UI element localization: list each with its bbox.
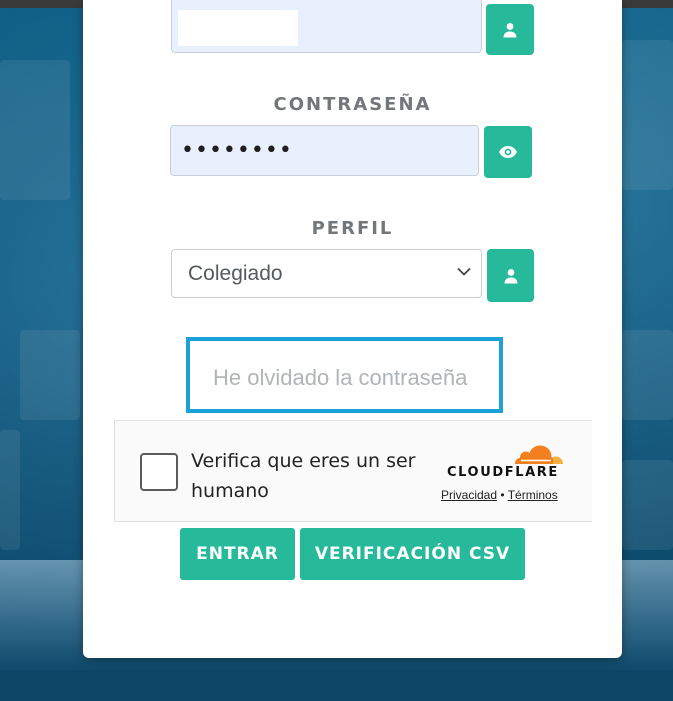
eye-icon [499, 146, 517, 158]
background-tile [622, 330, 673, 420]
links-separator: • [500, 488, 505, 502]
cloudflare-wordmark: CLOUDFLARE [447, 465, 559, 480]
login-card: CONTRASEÑA •••••••• PERFIL Colegiado He … [83, 0, 622, 658]
background-tile [20, 330, 80, 420]
cloudflare-cloud-icon [515, 445, 563, 464]
chevron-down-icon [457, 267, 471, 276]
login-button[interactable]: ENTRAR [180, 528, 295, 580]
toggle-password-button[interactable] [484, 126, 532, 178]
password-label: CONTRASEÑA [273, 94, 432, 115]
captcha-links: Privacidad • Términos [441, 488, 558, 502]
username-icon-button [486, 4, 534, 55]
profile-select[interactable]: Colegiado [171, 249, 482, 298]
background-tile [622, 40, 673, 190]
profile-label: PERFIL [311, 218, 394, 239]
username-autofill-value [178, 10, 298, 46]
user-icon [504, 268, 517, 283]
background-tile [0, 430, 20, 550]
captcha-widget: Verifica que eres un ser humano CLOUDFLA… [114, 420, 592, 522]
csv-verification-button[interactable]: VERIFICACIÓN CSV [300, 528, 525, 580]
user-icon [503, 22, 517, 37]
terms-link[interactable]: Términos [508, 488, 558, 502]
forgot-password-text: He olvidado la contraseña [213, 365, 468, 390]
password-input[interactable]: •••••••• [170, 125, 479, 176]
background-tile [622, 460, 673, 550]
profile-selected-value: Colegiado [188, 262, 283, 285]
forgot-password-link[interactable]: He olvidado la contraseña [186, 337, 503, 413]
password-value: •••••••• [181, 138, 293, 163]
captcha-prompt: Verifica que eres un ser humano [191, 450, 416, 502]
profile-icon-button [487, 249, 534, 302]
background-tile [0, 60, 70, 200]
captcha-checkbox[interactable] [140, 453, 178, 491]
username-input[interactable] [171, 0, 482, 53]
privacy-link[interactable]: Privacidad [441, 488, 497, 502]
